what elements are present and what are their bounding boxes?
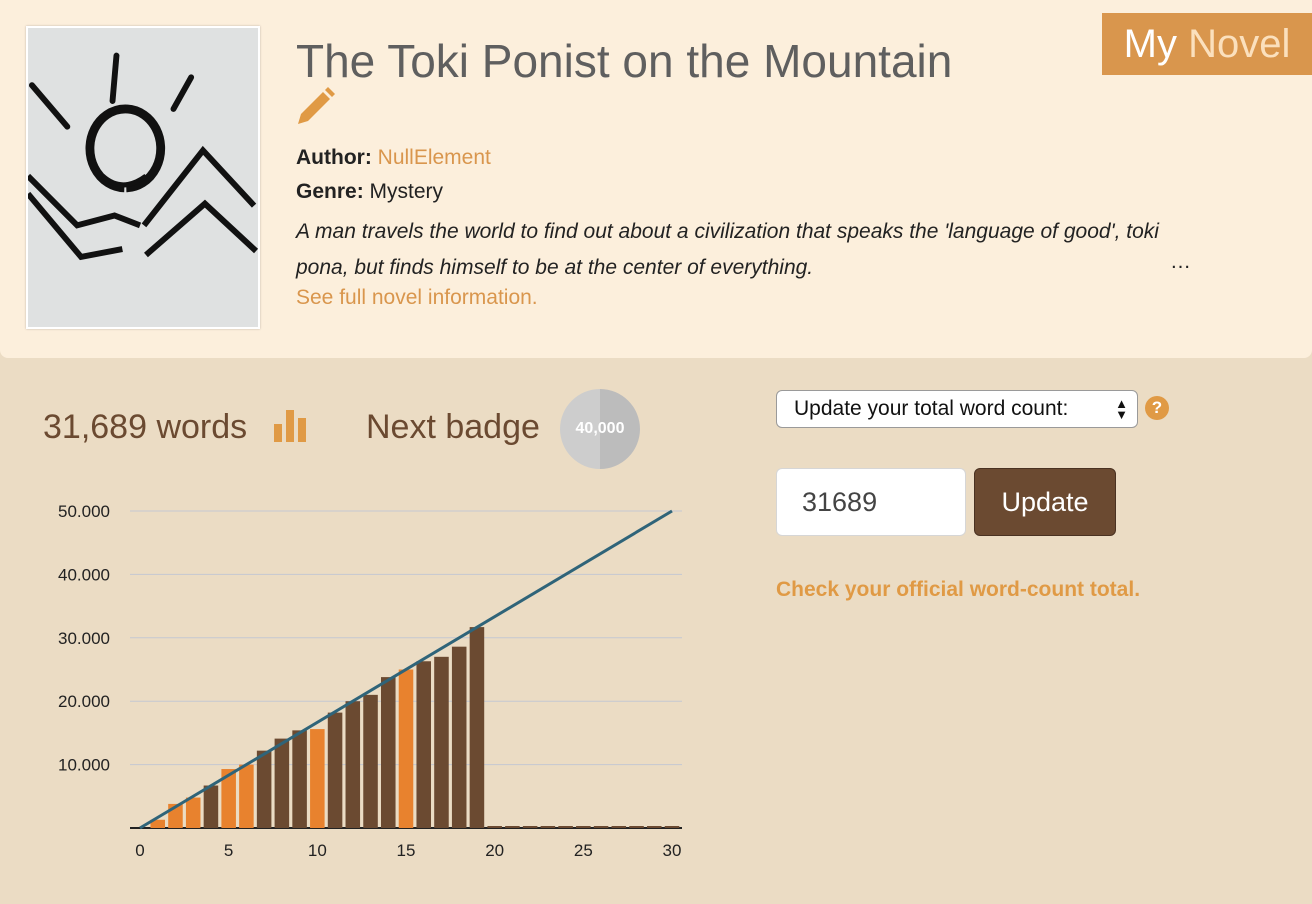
bar-day-14 xyxy=(380,677,396,828)
bar-day-22 xyxy=(522,826,538,828)
novel-title: The Toki Ponist on the Mountain xyxy=(296,35,953,87)
word-count-input[interactable] xyxy=(776,468,966,536)
update-mode-select-value: Update your total word count: xyxy=(794,397,1069,420)
author-label: Author: xyxy=(296,146,372,169)
synopsis-expand-ellipsis[interactable]: … xyxy=(1170,250,1191,274)
y-tick-label: 40.000 xyxy=(58,565,110,584)
pencil-edit-icon[interactable] xyxy=(294,86,336,128)
next-badge-label: Next badge xyxy=(366,408,540,446)
x-tick-label: 5 xyxy=(224,841,233,860)
bar-day-8 xyxy=(274,738,290,828)
bar-day-4 xyxy=(203,785,219,828)
novel-info-panel: My Novel The Toki Ponist on the Mountain… xyxy=(0,0,1312,358)
genre-label: Genre: xyxy=(296,180,364,203)
author-link[interactable]: NullElement xyxy=(378,146,491,169)
bar-day-28 xyxy=(629,826,644,828)
genre-value: Mystery xyxy=(369,180,444,203)
bar-day-16 xyxy=(416,661,432,828)
bar-day-19 xyxy=(469,627,485,828)
cover-drawing xyxy=(28,28,258,327)
x-tick-label: 20 xyxy=(485,841,504,860)
see-full-novel-link[interactable]: See full novel information. xyxy=(296,286,538,310)
y-tick-label: 50.000 xyxy=(58,502,110,521)
bar-day-7 xyxy=(256,750,272,828)
bar-day-12 xyxy=(345,701,361,828)
novel-cover-image xyxy=(26,26,260,329)
next-badge-value: 40,000 xyxy=(575,420,625,437)
bar-day-3 xyxy=(185,797,201,828)
next-badge-icon: 40,000 xyxy=(560,389,640,469)
help-icon[interactable]: ? xyxy=(1145,396,1169,420)
my-novel-word1: My xyxy=(1123,22,1177,66)
bar-day-27 xyxy=(611,826,627,828)
genre-line: Genre: Mystery xyxy=(296,180,443,204)
update-button[interactable]: Update xyxy=(974,468,1116,536)
select-arrows-icon: ▲ ▼ xyxy=(1115,396,1128,422)
bar-day-10 xyxy=(310,729,325,828)
bar-day-18 xyxy=(451,646,467,828)
bar-day-15 xyxy=(398,669,414,828)
official-word-count-link[interactable]: Check your official word-count total. xyxy=(776,578,1140,602)
bar-day-23 xyxy=(540,826,556,828)
my-novel-banner[interactable]: My Novel xyxy=(1102,13,1312,75)
x-tick-label: 15 xyxy=(397,841,416,860)
x-tick-label: 25 xyxy=(574,841,593,860)
bar-day-11 xyxy=(327,712,343,828)
bar-day-17 xyxy=(434,656,449,828)
novel-synopsis: A man travels the world to find out abou… xyxy=(296,220,1159,279)
x-tick-label: 0 xyxy=(135,841,144,860)
word-count-chart: 10.000 20.000 30.000 40.000 50.000 0 5 10 15 20 25… xyxy=(58,502,682,860)
bar-day-20 xyxy=(487,826,502,828)
author-line: Author: NullElement xyxy=(296,146,491,170)
x-tick-label: 10 xyxy=(308,841,327,860)
y-tick-label: 30.000 xyxy=(58,629,110,648)
y-tick-label: 20.000 xyxy=(58,692,110,711)
my-novel-word2: Novel xyxy=(1188,22,1291,66)
bar-day-26 xyxy=(593,826,609,828)
bar-day-24 xyxy=(558,826,573,828)
bar-day-13 xyxy=(363,694,378,828)
x-tick-label: 30 xyxy=(663,841,682,860)
bar-day-9 xyxy=(292,730,307,828)
bar-day-21 xyxy=(505,826,520,828)
bar-day-25 xyxy=(576,826,591,828)
bar-chart-icon[interactable] xyxy=(272,408,308,442)
word-count-display: 31,689 words xyxy=(43,408,248,446)
bar-day-30 xyxy=(664,826,680,828)
update-mode-select[interactable]: Update your total word count: ▲ ▼ xyxy=(776,390,1138,428)
bar-day-29 xyxy=(646,826,662,828)
bar-day-6 xyxy=(239,764,254,828)
y-tick-label: 10.000 xyxy=(58,756,110,775)
